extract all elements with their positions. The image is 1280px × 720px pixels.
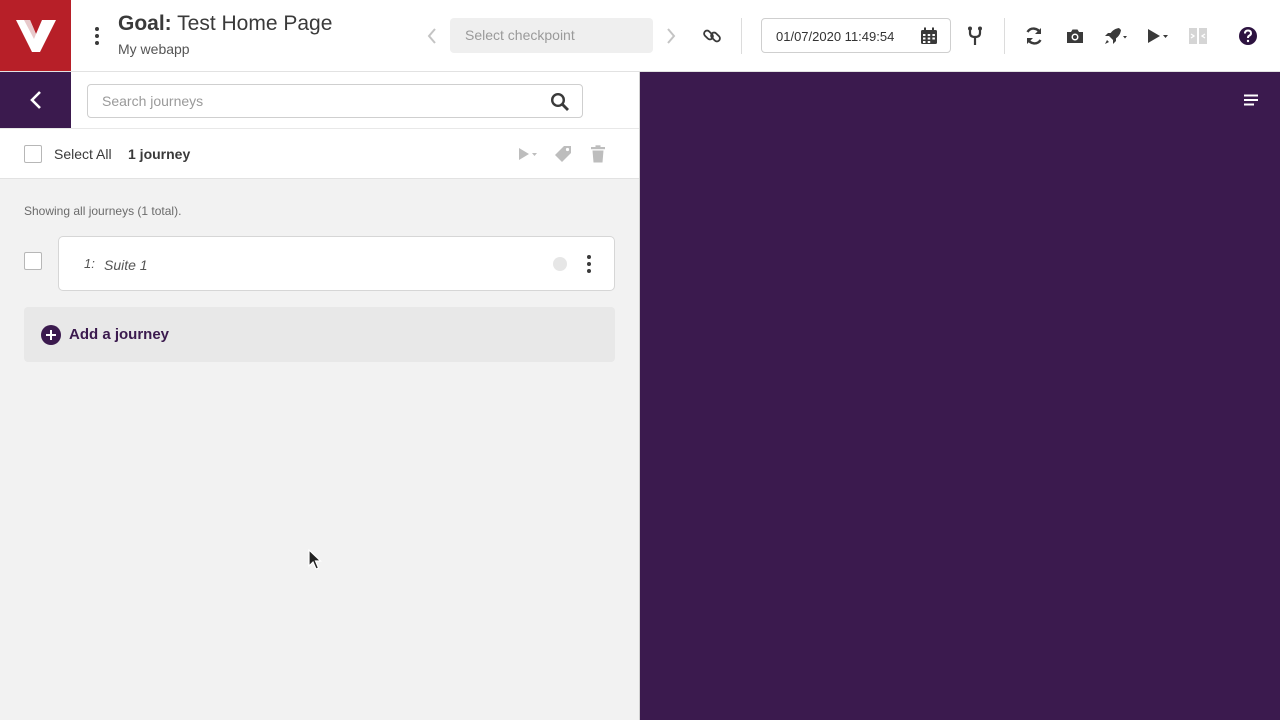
header-divider [741,18,742,54]
journey-name: Suite 1 [104,257,148,273]
link-icon [703,29,721,43]
search-icon[interactable] [550,92,570,112]
deploy-menu-button[interactable] [1103,24,1129,48]
search-input[interactable] [88,85,538,117]
datetime-value: 01/07/2020 11:49:54 [776,29,895,44]
select-all-label[interactable]: Select All [54,146,112,162]
journey-checkbox[interactable] [24,252,42,270]
chevron-left-icon [427,28,436,44]
next-checkpoint-button[interactable] [662,24,680,48]
goal-label: Goal: [118,12,172,35]
add-journey-button[interactable]: Add a journey [24,307,615,362]
branch-button[interactable] [963,24,987,48]
tag-icon [555,146,571,162]
app-logo[interactable] [0,0,71,71]
page-title: Goal: Test Home Page [118,12,332,36]
calendar-icon[interactable] [920,27,938,45]
refresh-icon [1026,27,1042,45]
journeys-summary: Showing all journeys (1 total). [24,204,182,218]
previous-checkpoint-button[interactable] [423,24,441,48]
run-selected-button[interactable] [516,144,540,164]
checkpoint-select[interactable]: Select checkpoint [450,18,653,53]
split-view-button[interactable] [1186,24,1210,48]
search-bar [71,72,639,128]
camera-icon [1067,29,1083,43]
checkpoint-datetime-field[interactable]: 01/07/2020 11:49:54 [761,18,951,53]
mouse-cursor-icon [308,549,322,570]
run-menu-button[interactable] [1144,24,1170,48]
link-button[interactable] [700,24,724,48]
logo-v-icon [15,19,56,52]
header-divider [1004,18,1005,54]
journey-count: 1 journey [128,146,191,162]
journey-menu-kebab-icon[interactable] [581,251,597,277]
chevron-left-icon [29,91,41,109]
plus-circle-icon [41,325,61,345]
screenshot-button[interactable] [1063,24,1087,48]
help-button[interactable] [1236,24,1260,48]
selection-toolbar: Select All 1 journey [0,128,639,179]
add-journey-label: Add a journey [69,326,170,343]
journey-card[interactable]: 1: Suite 1 [58,236,615,291]
chevron-right-icon [667,28,676,44]
journey-status-indicator [553,257,567,271]
play-icon [1148,29,1168,43]
top-header: Goal: Test Home Page My webapp Select ch… [0,0,1280,72]
search-box [87,84,583,118]
split-view-icon [1189,28,1207,44]
refresh-button[interactable] [1022,24,1046,48]
branch-icon [968,26,982,45]
menu-lines-icon[interactable] [1244,94,1258,106]
delete-selected-button[interactable] [587,144,609,164]
trash-icon [591,145,605,163]
goal-title-text: Test Home Page [177,12,333,35]
tag-selected-button[interactable] [552,144,574,164]
help-icon [1239,27,1257,45]
app-name: My webapp [118,41,190,57]
rocket-icon [1105,28,1127,44]
select-all-checkbox[interactable] [24,145,42,163]
goal-menu-kebab-icon[interactable] [86,22,108,50]
play-icon [519,148,537,160]
collapse-panel-button[interactable] [0,72,71,128]
journey-number: 1: [84,256,95,271]
preview-panel [640,72,1280,720]
